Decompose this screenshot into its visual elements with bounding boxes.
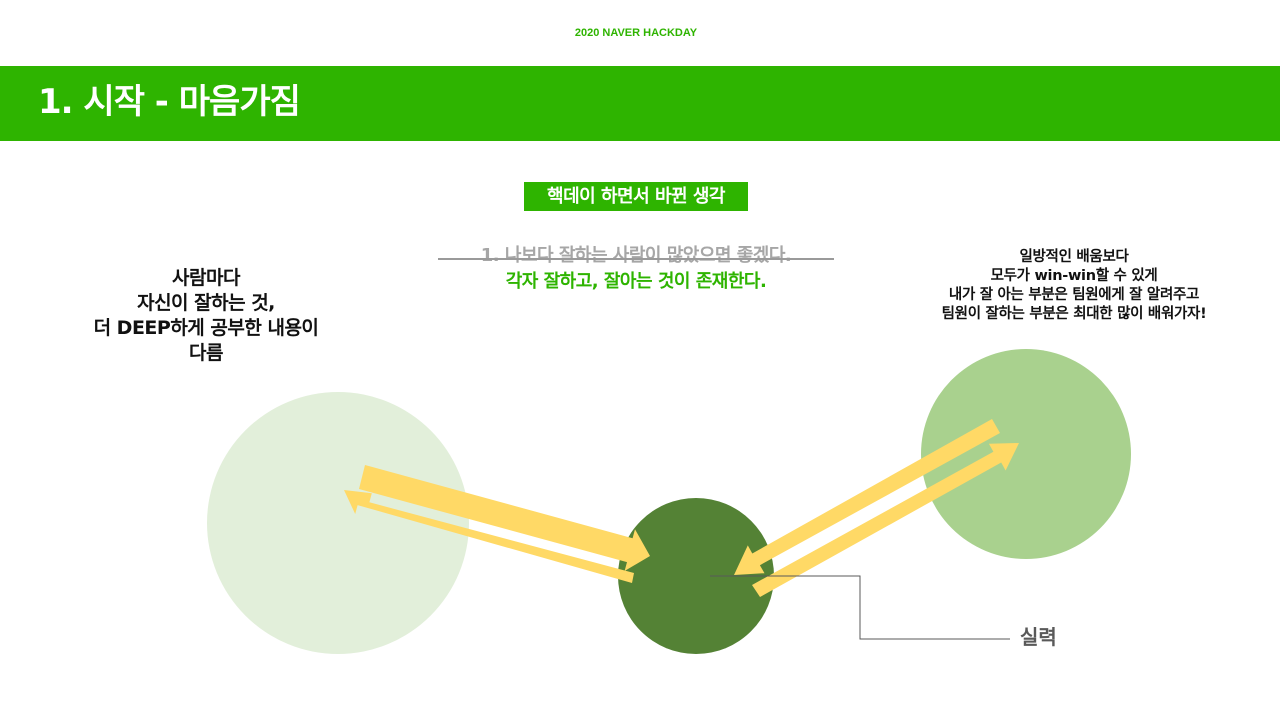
skill-label: 실력 — [1020, 625, 1057, 649]
skill-diagram — [207, 349, 1131, 654]
